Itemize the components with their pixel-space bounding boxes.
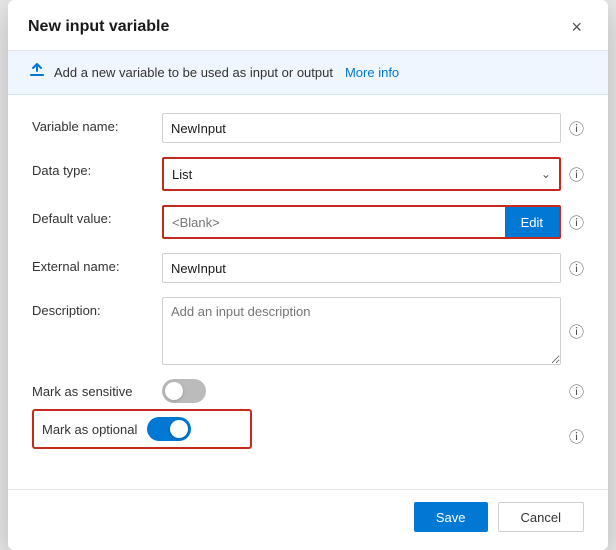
more-info-link[interactable]: More info xyxy=(345,65,399,80)
variable-name-label: Variable name: xyxy=(32,113,152,134)
mark-sensitive-slider xyxy=(162,379,206,403)
dialog-title: New input variable xyxy=(28,18,169,36)
mark-sensitive-info-icon[interactable]: ⓘ xyxy=(569,381,584,402)
external-name-row: External name: ⓘ xyxy=(32,253,584,283)
mark-sensitive-label: Mark as sensitive xyxy=(32,384,152,399)
external-name-input[interactable] xyxy=(162,253,561,283)
close-button[interactable]: × xyxy=(565,16,588,38)
mark-optional-slider xyxy=(147,417,191,441)
mark-optional-bordered-row: Mark as optional xyxy=(32,409,252,449)
upload-icon xyxy=(28,61,46,84)
dialog-body: Variable name: ⓘ Data type: List String … xyxy=(8,95,608,489)
description-textarea[interactable] xyxy=(162,297,561,365)
edit-button[interactable]: Edit xyxy=(505,207,559,237)
external-name-info-icon[interactable]: ⓘ xyxy=(569,258,584,279)
variable-name-row: Variable name: ⓘ xyxy=(32,113,584,143)
default-value-wrap: Edit xyxy=(162,205,561,239)
default-value-info-icon[interactable]: ⓘ xyxy=(569,212,584,233)
mark-sensitive-toggle[interactable] xyxy=(162,379,206,403)
default-value-row: Default value: Edit ⓘ xyxy=(32,205,584,239)
dialog-header: New input variable × xyxy=(8,0,608,51)
save-button[interactable]: Save xyxy=(414,502,488,532)
cancel-button[interactable]: Cancel xyxy=(498,502,584,532)
new-input-variable-dialog: New input variable × Add a new variable … xyxy=(8,0,608,550)
data-type-select-wrapper: List String Integer Float Boolean DateTi… xyxy=(162,157,561,191)
data-type-info-icon[interactable]: ⓘ xyxy=(569,164,584,185)
mark-optional-info-icon[interactable]: ⓘ xyxy=(569,426,584,447)
data-type-select[interactable]: List String Integer Float Boolean DateTi… xyxy=(164,159,559,189)
description-info-icon[interactable]: ⓘ xyxy=(569,321,584,342)
data-type-row: Data type: List String Integer Float Boo… xyxy=(32,157,584,191)
default-value-input[interactable] xyxy=(164,207,505,237)
default-value-control: Edit ⓘ xyxy=(162,205,584,239)
data-type-control: List String Integer Float Boolean DateTi… xyxy=(162,157,584,191)
variable-name-input[interactable] xyxy=(162,113,561,143)
dialog-footer: Save Cancel xyxy=(8,489,608,550)
mark-sensitive-control: ⓘ xyxy=(162,379,584,403)
description-row: Description: ⓘ xyxy=(32,297,584,365)
external-name-control: ⓘ xyxy=(162,253,584,283)
mark-optional-label: Mark as optional xyxy=(42,422,137,437)
description-control: ⓘ xyxy=(162,297,584,365)
mark-sensitive-row: Mark as sensitive ⓘ xyxy=(32,379,584,403)
variable-name-info-icon[interactable]: ⓘ xyxy=(569,118,584,139)
variable-name-control: ⓘ xyxy=(162,113,584,143)
mark-optional-toggle[interactable] xyxy=(147,417,191,441)
default-value-label: Default value: xyxy=(32,205,152,226)
banner-text: Add a new variable to be used as input o… xyxy=(54,65,333,80)
data-type-label: Data type: xyxy=(32,157,152,178)
external-name-label: External name: xyxy=(32,253,152,274)
info-banner: Add a new variable to be used as input o… xyxy=(8,51,608,95)
description-label: Description: xyxy=(32,297,152,318)
